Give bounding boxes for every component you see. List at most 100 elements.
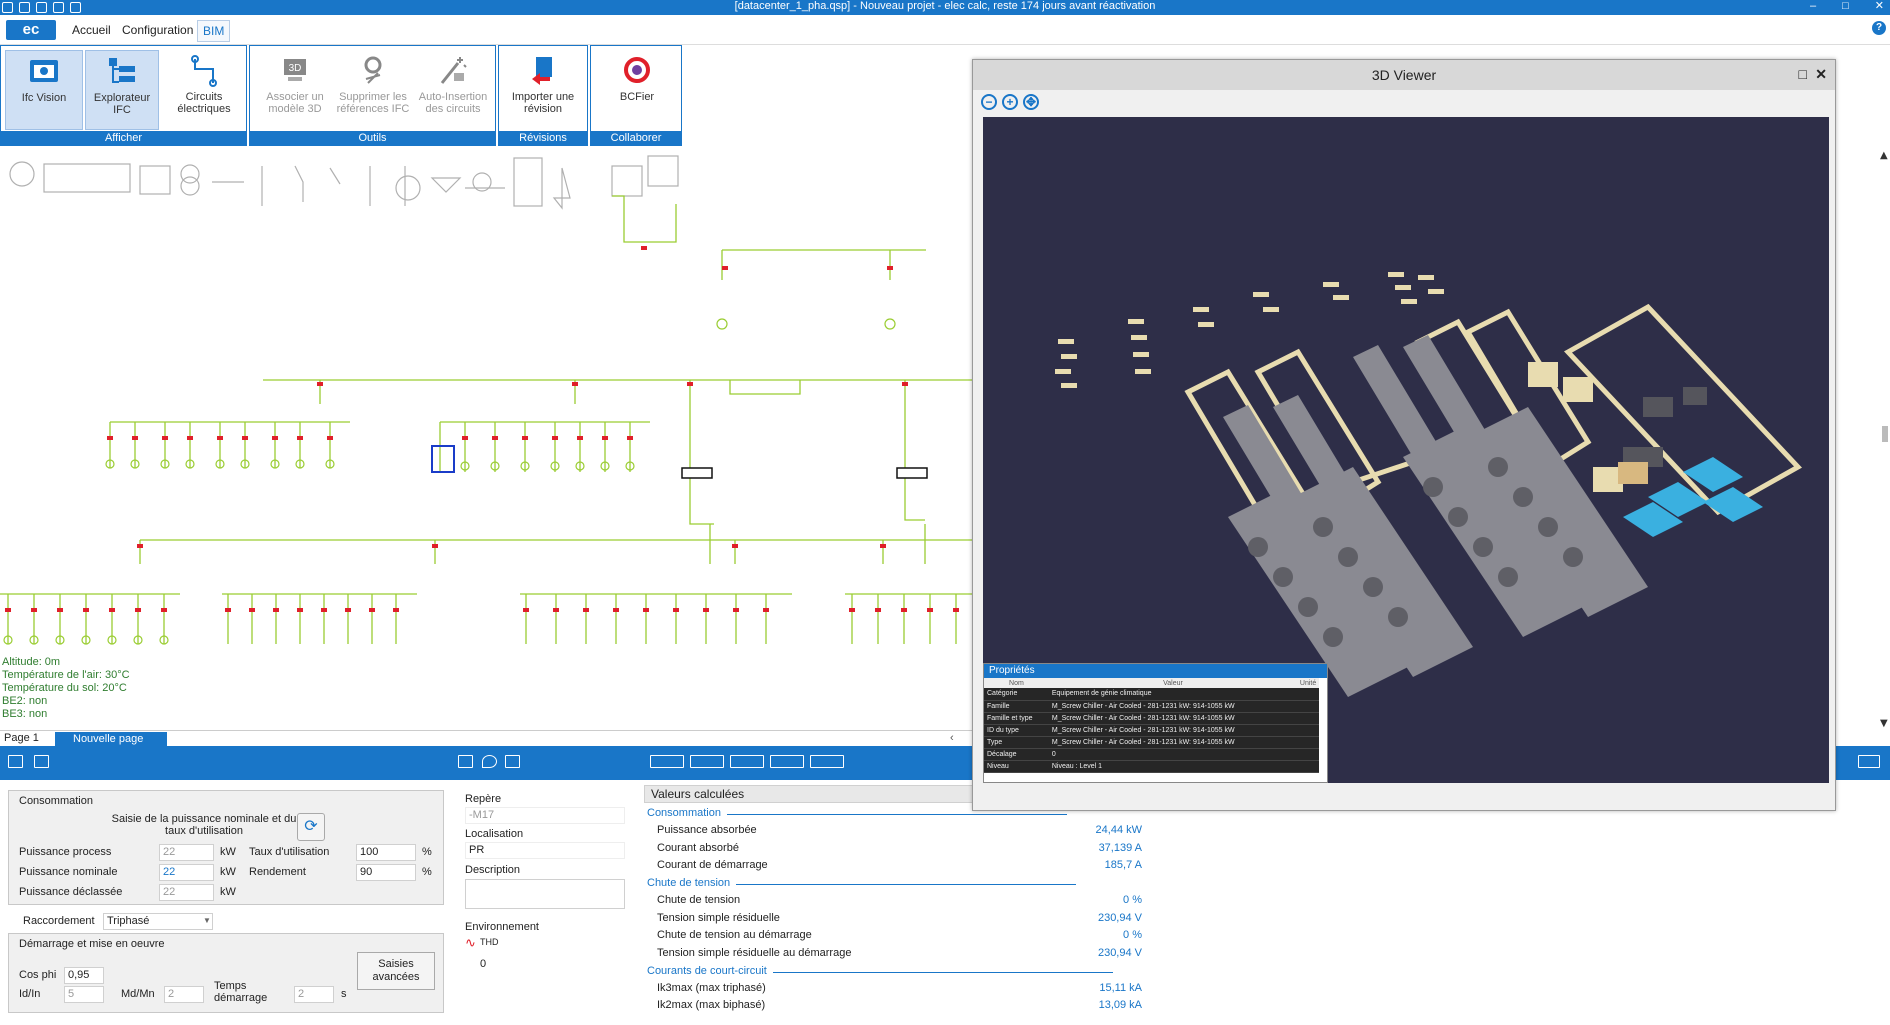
scroll-left-icon[interactable]: ‹ xyxy=(950,732,954,744)
close-button[interactable]: ✕ xyxy=(1875,0,1884,13)
fit-view-icon[interactable]: ✥ xyxy=(1023,94,1039,110)
3d-viewer-window[interactable]: 3D Viewer □ ✕ − + ✥ Propriétés Nom Valeu… xyxy=(972,59,1836,811)
localisation-input[interactable]: PR xyxy=(465,842,625,859)
bcfier-button[interactable]: BCFier xyxy=(599,50,675,130)
table-view-icon[interactable] xyxy=(650,755,684,768)
residual-voltage-value: 230,94 V xyxy=(1097,912,1142,924)
table-row[interactable]: Famille M_Screw Chiller - Air Cooled - 28… xyxy=(984,700,1319,713)
ik2max-label: Ik2max (max biphasé) xyxy=(657,999,766,1011)
consumption-group: Consommation Saisie de la puissance nomi… xyxy=(8,790,444,905)
idin-input[interactable]: 5 xyxy=(64,986,104,1003)
prop-value: M_Screw Chiller - Air Cooled - 281-1231 … xyxy=(1048,736,1298,749)
grid-view-icon[interactable] xyxy=(8,755,23,768)
ifc-vision-button[interactable]: Ifc Vision xyxy=(5,50,83,130)
table-row[interactable]: Type M_Screw Chiller - Air Cooled - 281-1… xyxy=(984,736,1319,749)
associate-3d-label: Associer un modèle 3D xyxy=(266,91,324,115)
prop-value: M_Screw Chiller - Air Cooled - 281-1231 … xyxy=(1048,700,1298,713)
description-input[interactable] xyxy=(465,879,625,909)
target-icon[interactable] xyxy=(505,755,520,768)
prop-unit xyxy=(1297,760,1319,773)
ifc-explorer-button[interactable]: Explorateur IFC xyxy=(85,50,159,130)
ribbon-group-label: Afficher xyxy=(1,131,246,145)
menu-bim[interactable]: BIM xyxy=(197,20,231,42)
associate-3d-button[interactable]: 3D Associer un modèle 3D xyxy=(258,50,332,130)
ribbon-group-afficher: Ifc Vision Explorateur IFC Circuits élec… xyxy=(0,45,247,146)
svg-text:▼: ▼ xyxy=(1880,718,1888,729)
startup-time-unit: s xyxy=(341,988,347,1000)
converter-symbol xyxy=(139,165,171,195)
minimize-button[interactable]: – xyxy=(1810,0,1816,13)
new-page-tab[interactable]: Nouvelle page xyxy=(55,732,168,746)
calculated-values-panel: Valeurs calculées Consommation Puissance… xyxy=(642,785,1152,1025)
startup-time-input[interactable]: 2 xyxy=(294,986,334,1003)
repere-input[interactable]: -M17 xyxy=(465,807,625,824)
nominal-power-unit: kW xyxy=(220,866,236,878)
matrix-view-icon[interactable] xyxy=(810,755,844,768)
help-icon[interactable]: ? xyxy=(1872,21,1886,35)
close-viewer-icon[interactable]: ✕ xyxy=(1815,66,1827,83)
declassed-power-input[interactable]: 22 xyxy=(159,884,214,901)
layout-icon[interactable] xyxy=(1858,755,1880,768)
busbar-symbol xyxy=(43,163,131,193)
startup-current-label: Courant de démarrage xyxy=(657,859,768,871)
nominal-power-input[interactable]: 22 xyxy=(159,864,214,881)
section-short-circuit: Courants de court-circuit xyxy=(647,965,1113,977)
connection-select[interactable]: Triphasé xyxy=(103,913,213,930)
table-row[interactable]: Décalage 0 xyxy=(984,748,1319,761)
thd-label: THD xyxy=(480,937,499,947)
ribbon: Ifc Vision Explorateur IFC Circuits élec… xyxy=(0,45,682,146)
table-row[interactable]: Catégorie Equipement de génie climatique xyxy=(984,688,1319,701)
import-revision-button[interactable]: Importer une révision xyxy=(505,50,581,130)
diagram-canvas[interactable]: Altitude: 0m Température de l'air: 30°C … xyxy=(0,146,973,730)
table-row[interactable]: Famille et type M_Screw Chiller - Air Coo… xyxy=(984,712,1319,725)
page-tab-1[interactable]: Page 1 xyxy=(4,732,39,744)
svg-text:▲: ▲ xyxy=(1880,150,1888,161)
auto-insert-label: Auto-Insertion des circuits xyxy=(418,91,488,115)
table-row[interactable]: ID du type M_Screw Chiller - Air Cooled -… xyxy=(984,724,1319,737)
generator-symbol xyxy=(9,161,35,187)
chart-view-icon[interactable] xyxy=(690,755,724,768)
app-logo[interactable]: ec xyxy=(6,20,56,40)
cosphi-input[interactable]: 0,95 xyxy=(64,967,104,984)
zoom-out-icon[interactable]: − xyxy=(981,94,997,110)
remove-ifc-refs-button[interactable]: Supprimer les références IFC xyxy=(336,50,410,130)
process-power-input[interactable]: 22 xyxy=(159,844,214,861)
zoom-in-icon[interactable]: + xyxy=(1002,94,1018,110)
efficiency-input[interactable]: 90 xyxy=(356,864,416,881)
bcfier-label: BCFier xyxy=(619,91,655,103)
remove-ifc-refs-label: Supprimer les références IFC xyxy=(336,91,410,115)
edit-icon[interactable] xyxy=(458,755,473,768)
auto-insert-button[interactable]: Auto-Insertion des circuits xyxy=(414,50,492,130)
menu-accueil[interactable]: Accueil xyxy=(72,23,111,37)
columns-view-icon[interactable] xyxy=(730,755,764,768)
import-icon xyxy=(532,57,552,85)
electric-circuits-button[interactable]: Circuits électriques xyxy=(165,50,243,130)
selected-load-symbol xyxy=(431,445,455,473)
refresh-icon[interactable]: ⟳ xyxy=(297,813,325,841)
prop-value: Niveau : Level 1 xyxy=(1048,760,1298,773)
vertical-scrollbar[interactable]: ▲ ▼ xyxy=(1838,146,1890,746)
distribution-board-symbol xyxy=(681,467,713,479)
formula-view-icon[interactable] xyxy=(770,755,804,768)
col-value: Valeur xyxy=(1048,678,1298,688)
maximize-button[interactable]: □ xyxy=(1842,0,1849,13)
mdmn-input[interactable]: 2 xyxy=(164,986,204,1003)
ifc-explorer-icon xyxy=(109,58,135,83)
voltage-drop-value: 0 % xyxy=(1123,894,1142,906)
single-line-diagram[interactable] xyxy=(0,146,973,730)
environment-label: Environnement xyxy=(465,921,539,933)
location-pin-icon[interactable] xyxy=(482,755,497,768)
advanced-input-button[interactable]: Saisies avancées xyxy=(357,952,435,990)
env-be2: BE2: non xyxy=(2,695,48,707)
properties-title: Propriétés xyxy=(984,664,1327,678)
list-view-icon[interactable] xyxy=(34,755,49,768)
magic-wand-icon xyxy=(440,57,467,84)
harmonic-wave-icon: ∿ xyxy=(465,935,476,950)
table-row[interactable]: Niveau Niveau : Level 1 xyxy=(984,760,1319,773)
menu-configuration[interactable]: Configuration xyxy=(122,23,193,37)
ifc-vision-icon xyxy=(30,60,58,82)
title-bar: [datacenter_1_pha.qsp] - Nouveau projet … xyxy=(0,0,1890,15)
prop-name: Décalage xyxy=(984,748,1049,761)
maximize-viewer-icon[interactable]: □ xyxy=(1799,66,1807,82)
usage-rate-input[interactable]: 100 xyxy=(356,844,416,861)
